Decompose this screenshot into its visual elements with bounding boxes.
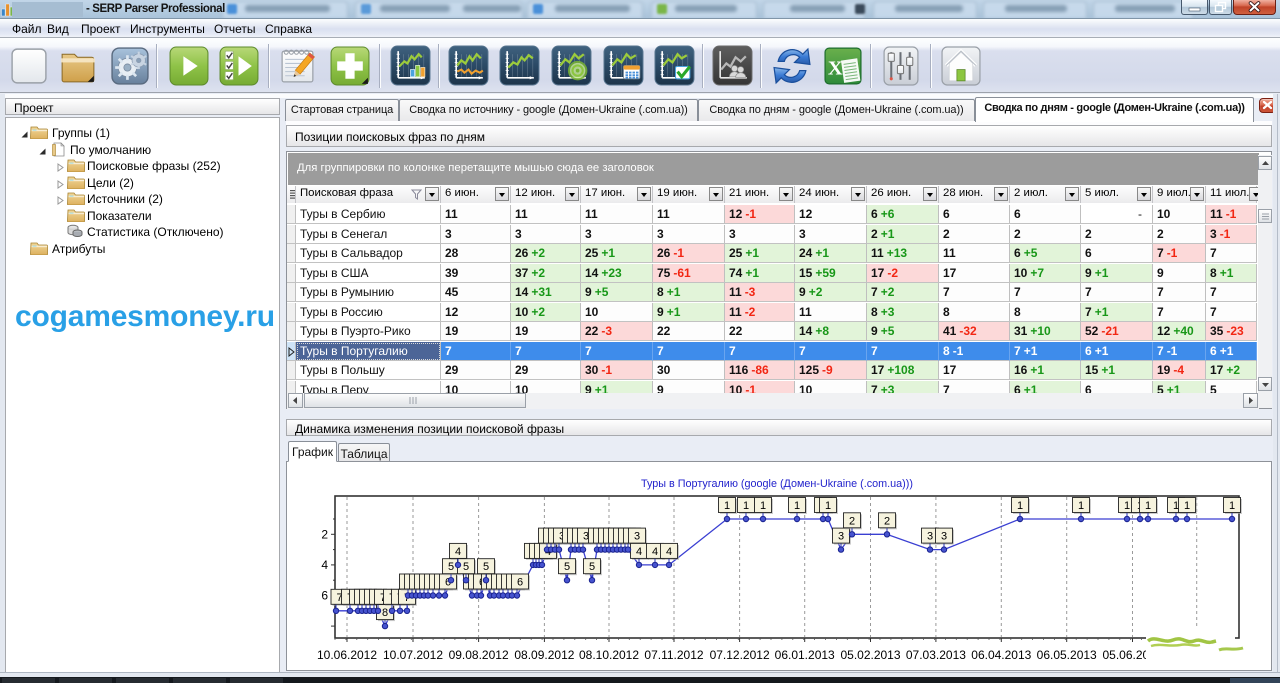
- svg-text:2: 2: [321, 527, 328, 541]
- svg-text:Туры в Португалию (google (Дом: Туры в Португалию (google (Домен-Ukraine…: [641, 478, 913, 490]
- svg-text:3: 3: [941, 531, 947, 543]
- svg-text:08.09.2012: 08.09.2012: [514, 648, 574, 662]
- svg-text:09.08.2012: 09.08.2012: [449, 648, 509, 662]
- svg-text:1: 1: [794, 500, 800, 512]
- svg-text:2: 2: [849, 515, 855, 527]
- svg-text:08.10.2012: 08.10.2012: [579, 648, 639, 662]
- svg-text:4: 4: [455, 546, 461, 558]
- svg-text:2: 2: [884, 515, 890, 527]
- svg-text:06.05.2013: 06.05.2013: [1037, 648, 1097, 662]
- svg-text:1: 1: [1184, 500, 1190, 512]
- svg-text:1: 1: [743, 500, 749, 512]
- svg-text:07.12.2012: 07.12.2012: [710, 648, 770, 662]
- svg-text:4: 4: [666, 546, 672, 558]
- svg-text:5: 5: [564, 561, 570, 573]
- svg-text:4: 4: [636, 546, 642, 558]
- svg-text:10.07.2012: 10.07.2012: [383, 648, 443, 662]
- svg-text:5: 5: [448, 561, 454, 573]
- svg-text:6: 6: [321, 589, 328, 603]
- svg-text:8: 8: [382, 607, 388, 619]
- svg-text:5: 5: [483, 561, 489, 573]
- svg-text:1: 1: [1017, 500, 1023, 512]
- svg-text:5: 5: [463, 561, 469, 573]
- svg-text:1: 1: [1078, 500, 1084, 512]
- svg-text:06.04.2013: 06.04.2013: [971, 648, 1031, 662]
- svg-text:1: 1: [825, 500, 831, 512]
- svg-text:X: X: [828, 58, 843, 80]
- svg-text:07.03.2013: 07.03.2013: [906, 648, 966, 662]
- svg-text:05.02.2013: 05.02.2013: [840, 648, 900, 662]
- svg-text:06.01.2013: 06.01.2013: [775, 648, 835, 662]
- svg-text:1: 1: [760, 500, 766, 512]
- svg-text:3: 3: [634, 531, 640, 543]
- svg-text:4: 4: [321, 558, 328, 572]
- svg-text:5: 5: [589, 561, 595, 573]
- svg-text:3: 3: [927, 531, 933, 543]
- svg-text:1: 1: [1145, 500, 1151, 512]
- svg-text:07.11.2012: 07.11.2012: [644, 648, 703, 662]
- svg-text:6: 6: [517, 577, 523, 589]
- svg-text:1: 1: [724, 500, 730, 512]
- svg-text:1: 1: [1229, 500, 1235, 512]
- svg-text:1: 1: [1124, 500, 1130, 512]
- svg-text:10.06.2012: 10.06.2012: [317, 648, 377, 662]
- svg-text:3: 3: [838, 531, 844, 543]
- svg-text:4: 4: [652, 546, 658, 558]
